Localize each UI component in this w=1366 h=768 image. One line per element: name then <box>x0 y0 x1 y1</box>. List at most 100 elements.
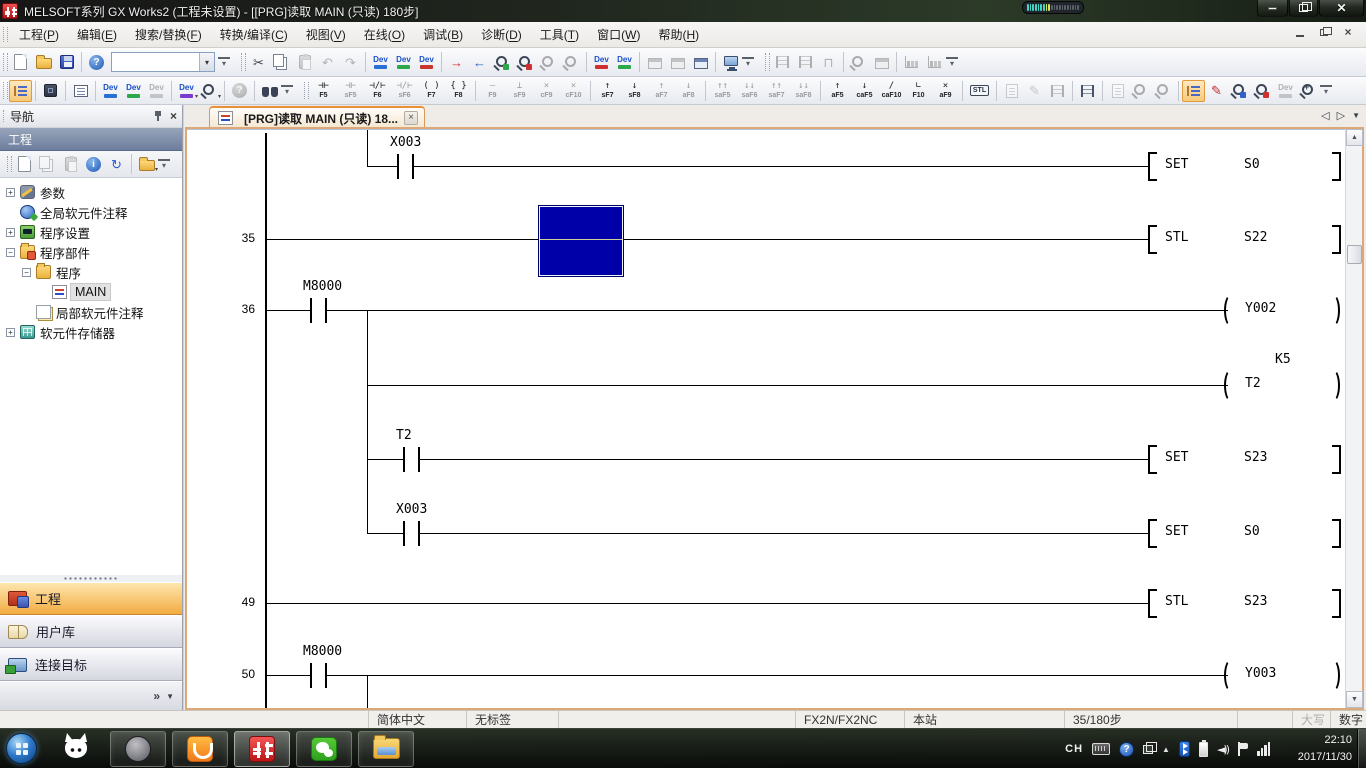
tree-item-local-device-comment[interactable]: 局部软元件注释 <box>0 302 182 322</box>
read-from-plc-button[interactable]: ← <box>468 51 491 73</box>
module-configuration-button[interactable] <box>39 80 62 102</box>
tree-expand-icon[interactable]: + <box>6 328 15 337</box>
vertical-scrollbar[interactable]: ▲ ▼ <box>1345 129 1362 708</box>
window-minimize-button[interactable] <box>1257 0 1288 17</box>
new-data-button[interactable] <box>13 153 36 175</box>
edit-cursor-cell[interactable]: #selbox::after{top:33px} <box>538 205 624 277</box>
tab-close-icon[interactable]: × <box>404 111 418 125</box>
navigation-close-icon[interactable]: × <box>170 110 177 122</box>
copy-button[interactable] <box>270 51 293 73</box>
ime-help-icon[interactable]: ? <box>1119 742 1134 757</box>
toolbar-overflow-icon[interactable] <box>158 159 170 170</box>
open-project-button[interactable] <box>32 51 55 73</box>
toolbar-overflow-icon[interactable] <box>281 85 293 96</box>
mdi-restore-button[interactable] <box>1316 25 1332 39</box>
new-project-button[interactable] <box>9 51 32 73</box>
keyboard-layout-icon[interactable] <box>1092 743 1110 755</box>
menu-item-W[interactable]: 窗口(W) <box>588 22 649 47</box>
show-hidden-icons-icon[interactable]: ▲ <box>1162 745 1170 754</box>
tree-expand-icon[interactable]: + <box>6 228 15 237</box>
zoom-select-button[interactable]: ▾ <box>198 80 221 102</box>
ime-restore-icon[interactable] <box>1143 745 1153 754</box>
tree-expand-icon[interactable]: − <box>22 268 31 277</box>
tree-expand-icon[interactable]: − <box>6 248 15 257</box>
coil-button[interactable]: ( )F7 <box>418 79 445 103</box>
zoom-display-button[interactable] <box>1297 80 1320 102</box>
tab-main-program[interactable]: [PRG]读取 MAIN (只读) 18... × <box>209 106 425 128</box>
statement-edit-button[interactable]: ✎ <box>1205 80 1228 102</box>
navigation-window-toggle[interactable] <box>9 80 32 102</box>
battery-icon[interactable] <box>1199 742 1208 757</box>
ladder-editor[interactable]: #selbox::after{top:33px}X003M8000T2X003M… <box>187 129 1345 708</box>
horizontal-line-input-button[interactable]: ∟F10 <box>905 79 932 103</box>
tree-item-pou[interactable]: −程序部件 <box>0 242 182 262</box>
closed-contact-button[interactable]: ⊣/⊢F6 <box>364 79 391 103</box>
cut-button[interactable]: ✂ <box>247 51 270 73</box>
scroll-down-button[interactable]: ▼ <box>1346 691 1363 708</box>
application-instruction-button[interactable]: { }F8 <box>445 79 472 103</box>
delete-line-input-button[interactable]: ×aF9 <box>932 79 959 103</box>
stack-button-connection-destination[interactable]: 连接目标 <box>0 648 182 681</box>
panel-splitter[interactable] <box>0 574 182 582</box>
taskbar-app-foobar2000[interactable] <box>48 731 104 767</box>
taskbar-app-gx-works2[interactable] <box>234 731 290 767</box>
sort-filter-button[interactable]: ▾ <box>135 153 158 175</box>
language-indicator-tray[interactable]: CH <box>1065 743 1083 755</box>
taskbar-app-avatar[interactable] <box>110 731 166 767</box>
toolbar-overflow-icon[interactable] <box>218 57 230 68</box>
scroll-up-button[interactable]: ▲ <box>1346 129 1363 146</box>
menu-item-H[interactable]: 帮助(H) <box>649 22 708 47</box>
menu-item-F[interactable]: 搜索/替换(F) <box>126 22 211 47</box>
cross-reference-button[interactable] <box>258 80 281 102</box>
monitor-start-button[interactable] <box>491 51 514 73</box>
device-display-off-button[interactable]: Dev <box>613 51 636 73</box>
tree-item-parameter[interactable]: +参数 <box>0 182 182 202</box>
device-comment-search-button[interactable]: Dev <box>369 51 392 73</box>
taskbar-clock[interactable]: 22:10 2017/11/30 <box>1298 732 1352 765</box>
panel-selector-more[interactable]: » ▼ <box>0 681 182 710</box>
tab-scroll-right-icon[interactable]: ▷ <box>1337 109 1345 122</box>
taskbar-app-uc-browser[interactable] <box>172 731 228 767</box>
invert-operation-button[interactable]: ↑aF5 <box>824 79 851 103</box>
toolbar-overflow-icon[interactable] <box>1320 85 1332 96</box>
property-button[interactable] <box>82 153 105 175</box>
display-format-button[interactable]: Dev▾ <box>175 80 198 102</box>
toolbar-overflow-icon[interactable] <box>742 57 754 68</box>
device-batch-monitor-button[interactable]: Dev <box>392 51 415 73</box>
tree-item-program[interactable]: −程序 <box>0 262 182 282</box>
monitor-stop-button[interactable] <box>514 51 537 73</box>
output-window-button[interactable] <box>69 80 92 102</box>
window-close-button[interactable]: ✕ <box>1319 0 1364 17</box>
device-comment-list-button[interactable]: Dev <box>99 80 122 102</box>
menu-item-V[interactable]: 视图(V) <box>297 22 355 47</box>
taskbar-app-wechat[interactable] <box>296 731 352 767</box>
tab-scroll-left-icon[interactable]: ◁ <box>1321 109 1329 122</box>
menu-item-C[interactable]: 转换/编译(C) <box>211 22 297 47</box>
stl-instruction-button[interactable]: STL <box>966 79 993 103</box>
help-button[interactable] <box>85 51 108 73</box>
show-desktop-button[interactable] <box>1357 729 1366 768</box>
scrollbar-thumb[interactable] <box>1347 245 1362 264</box>
menu-item-E[interactable]: 编辑(E) <box>68 22 126 47</box>
falling-pulse-button[interactable]: ↓sF8 <box>621 79 648 103</box>
tree-item-main[interactable]: MAIN <box>0 282 182 302</box>
combobox-arrow-icon[interactable]: ▾ <box>199 53 214 71</box>
menu-item-B[interactable]: 调试(B) <box>414 22 472 47</box>
stack-button-user-library[interactable]: 用户库 <box>0 615 182 648</box>
device-test-button[interactable]: Dev <box>415 51 438 73</box>
project-data-combobox[interactable]: ▾ <box>111 52 215 72</box>
tree-item-program-setting[interactable]: +程序设置 <box>0 222 182 242</box>
menu-item-O[interactable]: 在线(O) <box>355 22 414 47</box>
write-to-plc-button[interactable]: → <box>445 51 468 73</box>
open-contact-button[interactable]: ⊣⊢F5 <box>310 79 337 103</box>
taskbar-app-explorer[interactable] <box>358 731 414 767</box>
menu-item-T[interactable]: 工具(T) <box>531 22 588 47</box>
start-button[interactable] <box>6 733 37 764</box>
volume-icon[interactable]: ◄)) <box>1217 743 1228 756</box>
device-memory-list-button[interactable]: Dev <box>122 80 145 102</box>
menu-item-D[interactable]: 诊断(D) <box>472 22 531 47</box>
refresh-view-button[interactable]: ↻ <box>105 153 128 175</box>
rule-insert-button[interactable] <box>1076 80 1099 102</box>
stack-button-project[interactable]: 工程 <box>0 582 182 615</box>
mdi-minimize-button[interactable] <box>1292 25 1308 39</box>
